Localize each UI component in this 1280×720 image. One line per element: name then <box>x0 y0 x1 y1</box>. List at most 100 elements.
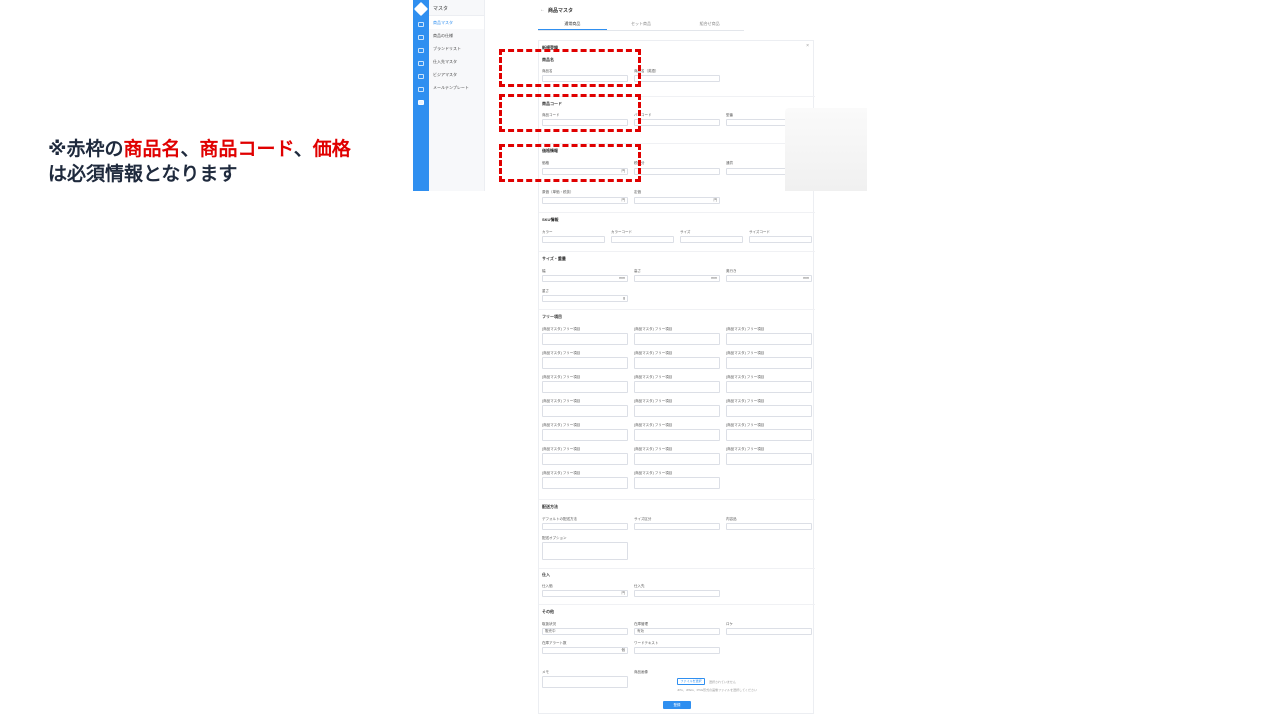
home-icon[interactable] <box>418 22 424 27</box>
default-shipping-select[interactable] <box>542 523 628 530</box>
contents-input[interactable] <box>726 523 812 530</box>
depth-input[interactable]: mm <box>726 275 812 282</box>
free-item-label: (商品マスタ) フリー項目 <box>726 375 765 379</box>
section-other: その他 <box>542 609 554 614</box>
free-item-textarea[interactable] <box>726 381 812 393</box>
label-supplier: 仕入先 <box>634 584 645 588</box>
sidebar-item-supplier-master[interactable]: 仕入先マスタ <box>429 55 484 68</box>
size-class-input[interactable] <box>634 523 720 530</box>
barcode-input[interactable] <box>634 119 720 126</box>
free-item-label: (商品マスタ) フリー項目 <box>634 423 673 427</box>
sidebar-item-product-master[interactable]: 商品マスタ <box>429 16 484 29</box>
file-select-button[interactable]: ファイルを選択 <box>677 678 705 685</box>
free-item-label: (商品マスタ) フリー項目 <box>726 447 765 451</box>
memo-textarea[interactable] <box>542 676 628 688</box>
label-height: 高さ <box>634 269 641 273</box>
app-logo-icon[interactable] <box>413 1 429 17</box>
free-item-label: (商品マスタ) フリー項目 <box>726 399 765 403</box>
product-type-tabs: 通常商品 セット商品 組合せ商品 <box>538 18 744 31</box>
label-memo: メモ <box>542 670 549 674</box>
width-input[interactable]: mm <box>542 275 628 282</box>
free-item-textarea[interactable] <box>542 477 628 489</box>
cart-icon[interactable] <box>418 35 424 40</box>
box-icon[interactable] <box>418 61 424 66</box>
size-code-input[interactable] <box>749 236 812 243</box>
label-retail-price: 定価 <box>634 190 641 194</box>
free-item-textarea[interactable] <box>634 429 720 441</box>
cost-input[interactable]: 円 <box>542 197 628 204</box>
free-item-textarea[interactable] <box>726 429 812 441</box>
free-item-textarea[interactable] <box>726 405 812 417</box>
sidebar-item-product-spec[interactable]: 商品の仕様 <box>429 29 484 42</box>
product-name-en-input[interactable] <box>634 75 720 82</box>
height-input[interactable]: mm <box>634 275 720 282</box>
master-icon[interactable] <box>418 100 424 105</box>
supplier-input[interactable] <box>634 590 720 597</box>
free-item-textarea[interactable] <box>726 453 812 465</box>
label-size-class: サイズ区分 <box>634 517 652 521</box>
stock-management-select[interactable]: 有効 <box>634 628 720 635</box>
free-item-textarea[interactable] <box>634 381 720 393</box>
purchase-price-input[interactable]: 円 <box>542 590 628 597</box>
free-item-label: (商品マスタ) フリー項目 <box>634 327 673 331</box>
color-input[interactable] <box>542 236 605 243</box>
tab-normal-product[interactable]: 通常商品 <box>538 18 607 30</box>
label-weight: 重さ <box>542 289 549 293</box>
register-button[interactable]: 登録 <box>663 701 691 709</box>
handling-status-select[interactable]: 販売中 <box>542 628 628 635</box>
free-item-textarea[interactable] <box>542 333 628 345</box>
sidebar-item-mail-template[interactable]: メールテンプレート <box>429 81 484 94</box>
required-highlight-product-code <box>499 94 641 132</box>
free-item-textarea[interactable] <box>542 429 628 441</box>
location-input[interactable] <box>726 628 812 635</box>
free-item-textarea[interactable] <box>634 357 720 369</box>
weight-input[interactable]: g <box>542 295 628 302</box>
free-item-textarea[interactable] <box>542 381 628 393</box>
sidebar-item-brand-list[interactable]: ブランドリスト <box>429 42 484 55</box>
label-location: ロケ <box>726 622 733 626</box>
free-item-label: (商品マスタ) フリー項目 <box>542 471 581 475</box>
tag-text-input[interactable] <box>634 647 720 654</box>
free-item-textarea[interactable] <box>634 477 720 489</box>
free-item-textarea[interactable] <box>726 357 812 369</box>
free-item-textarea[interactable] <box>634 405 720 417</box>
shipping-option-textarea[interactable] <box>542 542 628 560</box>
free-item-label: (商品マスタ) フリー項目 <box>726 351 765 355</box>
size-input[interactable] <box>680 236 743 243</box>
label-contents: 内容品 <box>726 517 737 521</box>
free-item-textarea[interactable] <box>542 405 628 417</box>
required-highlight-price <box>499 144 641 182</box>
help-icon[interactable] <box>418 87 424 92</box>
label-color: カラー <box>542 230 553 234</box>
free-item-label: (商品マスタ) フリー項目 <box>634 351 673 355</box>
back-arrow-icon[interactable]: ← <box>540 7 545 13</box>
tax-type-select[interactable] <box>634 168 720 175</box>
free-item-textarea[interactable] <box>542 453 628 465</box>
file-status-text: 選択されていません <box>709 680 736 684</box>
chart-icon[interactable] <box>418 74 424 79</box>
sidebar-item-business-master[interactable]: ビジアマスタ <box>429 68 484 81</box>
retail-price-input[interactable]: 円 <box>634 197 720 204</box>
label-color-code: カラーコード <box>611 230 632 234</box>
note-field-product-code: 商品コード <box>199 138 294 160</box>
free-item-textarea[interactable] <box>634 453 720 465</box>
required-highlight-product-name <box>499 49 641 87</box>
color-code-input[interactable] <box>611 236 674 243</box>
truck-icon[interactable] <box>418 48 424 53</box>
label-cost: 原価（単価・税抜） <box>542 190 574 194</box>
tab-set-product[interactable]: セット商品 <box>607 18 676 30</box>
free-item-label: (商品マスタ) フリー項目 <box>726 423 765 427</box>
tab-combo-product[interactable]: 組合せ商品 <box>675 18 744 30</box>
free-item-label: (商品マスタ) フリー項目 <box>542 399 581 403</box>
close-icon[interactable]: × <box>806 43 809 49</box>
free-item-label: (商品マスタ) フリー項目 <box>726 327 765 331</box>
label-tag-text: ワードテキスト <box>634 641 659 645</box>
stock-alert-input[interactable]: 個 <box>542 647 628 654</box>
label-currency: 通貨 <box>726 161 733 165</box>
free-item-textarea[interactable] <box>634 333 720 345</box>
free-item-label: (商品マスタ) フリー項目 <box>542 375 581 379</box>
note-separator: 、 <box>293 138 313 160</box>
free-item-textarea[interactable] <box>726 333 812 345</box>
free-item-textarea[interactable] <box>542 357 628 369</box>
note-prefix: ※赤枠の <box>48 138 124 160</box>
